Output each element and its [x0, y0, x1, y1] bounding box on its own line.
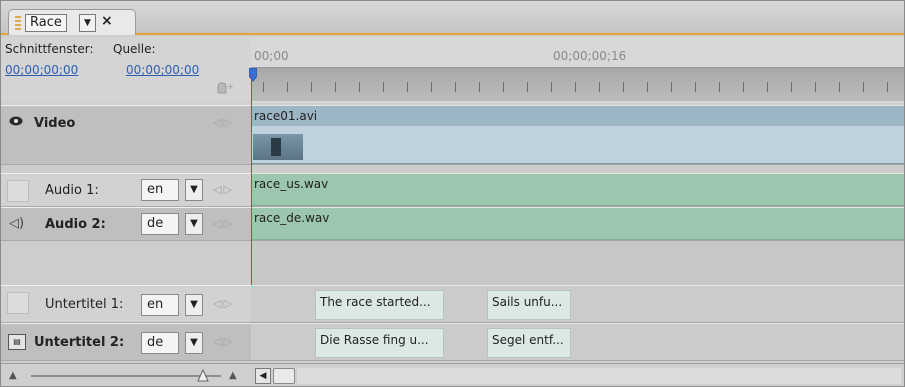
ruler-start-timecode: 00;00: [254, 49, 289, 63]
eye-icon[interactable]: [9, 116, 23, 126]
subtitle2-track-header[interactable]: ▤ Untertitel 2: de ▼ ◁▷: [1, 323, 251, 361]
ruler-mid-timecode: 00;00;00;16: [553, 49, 627, 63]
svg-text:+: +: [227, 82, 233, 91]
ruler-tick: [431, 82, 432, 92]
subtitle2-clip-2[interactable]: Segel entf...: [487, 328, 571, 358]
timeline-timecode[interactable]: 00;00;00;00: [5, 63, 78, 77]
audio1-track-area[interactable]: race_us.wav: [251, 173, 904, 207]
tab-bar: Race ▼ ×: [1, 1, 904, 35]
ruler-tick: [719, 82, 720, 92]
horizontal-scrollbar-track[interactable]: [297, 368, 901, 384]
video-track-area[interactable]: race01.avi: [251, 105, 904, 165]
ruler-tick: [575, 82, 576, 92]
ruler-tick: [551, 82, 552, 92]
subtitle1-toggle[interactable]: [7, 292, 29, 314]
subtitle1-language-dropdown-icon[interactable]: ▼: [185, 294, 203, 316]
ruler-tick: [383, 82, 384, 92]
ruler-tick: [479, 82, 480, 92]
subtitle2-language-select[interactable]: de: [141, 332, 179, 354]
tab-menu-dropdown-icon[interactable]: ▼: [79, 14, 96, 32]
ruler-tick: [263, 82, 264, 92]
ruler-tick: [791, 82, 792, 92]
timeline-label: Schnittfenster:: [5, 42, 94, 56]
zoom-in-icon[interactable]: ▲: [229, 370, 237, 381]
ruler-tick: [839, 82, 840, 92]
speaker-icon[interactable]: ◁): [9, 216, 24, 231]
zoom-slider-track[interactable]: [31, 375, 221, 377]
audio1-clip[interactable]: race_us.wav: [251, 174, 904, 206]
ruler-scale[interactable]: [251, 67, 904, 101]
audio2-track-header[interactable]: ◁) Audio 2: de ▼ ◁▷: [1, 207, 251, 241]
subtitle1-track-name: Untertitel 1:: [45, 297, 124, 312]
subtitle2-track-name: Untertitel 2:: [34, 335, 125, 350]
tab-race[interactable]: Race ▼ ×: [8, 9, 136, 35]
timeline-header: Schnittfenster: Quelle: 00;00;00;00 00;0…: [1, 37, 251, 103]
ruler-tick: [647, 82, 648, 92]
track-separator: [1, 165, 904, 173]
audio2-keyframe-nav-icon[interactable]: ◁▷: [213, 217, 234, 230]
tab-grip-icon[interactable]: [15, 16, 21, 30]
ruler-tick: [887, 82, 888, 92]
subtitle1-language-select[interactable]: en: [141, 294, 179, 316]
subtitle2-keyframe-nav-icon[interactable]: ◁▷: [213, 335, 234, 348]
subtitle1-clip-2[interactable]: Sails unfu...: [487, 290, 571, 320]
subtitle1-track-area[interactable]: The race started... Sails unfu...: [251, 285, 904, 323]
audio1-track-name: Audio 1:: [45, 183, 99, 198]
subtitle-icon[interactable]: ▤: [8, 334, 26, 350]
ruler-tick: [671, 82, 672, 92]
ruler-tick: [623, 82, 624, 92]
ruler-tick: [815, 82, 816, 92]
audio2-clip[interactable]: race_de.wav: [251, 208, 904, 240]
ruler-tick: [527, 82, 528, 92]
playhead-line[interactable]: [251, 73, 252, 285]
audio1-language-dropdown-icon[interactable]: ▼: [185, 179, 203, 201]
audio1-language-select[interactable]: en: [141, 179, 179, 201]
ruler-tick: [455, 82, 456, 92]
ruler-tick: [335, 82, 336, 92]
timeline-footer: ▲ ▲ ◀: [1, 363, 904, 386]
tab-title[interactable]: Race: [25, 14, 67, 32]
ruler-tick: [287, 82, 288, 92]
timeline-panel: Race ▼ × Schnittfenster: Quelle: 00;00;0…: [0, 0, 905, 387]
ruler-tick: [311, 82, 312, 92]
snap-icon[interactable]: +: [215, 81, 234, 95]
ruler-tick: [863, 82, 864, 92]
empty-track-header: [1, 241, 251, 285]
ruler-tick: [407, 82, 408, 92]
audio2-track-name: Audio 2:: [45, 217, 106, 232]
horizontal-scrollbar-thumb[interactable]: [273, 368, 295, 384]
subtitle1-track-header[interactable]: Untertitel 1: en ▼ ◁▷: [1, 285, 251, 323]
video-thumbnail-strip: [251, 126, 904, 163]
audio2-language-dropdown-icon[interactable]: ▼: [185, 213, 203, 235]
subtitle2-clip-1[interactable]: Die Rasse fing u...: [315, 328, 444, 358]
source-label: Quelle:: [113, 42, 156, 56]
tab-close-icon[interactable]: ×: [101, 13, 113, 29]
scroll-left-icon[interactable]: ◀: [255, 368, 271, 384]
subtitle2-track-area[interactable]: Die Rasse fing u... Segel entf...: [251, 323, 904, 361]
video-thumbnail: [253, 134, 303, 160]
ruler-tick: [503, 82, 504, 92]
zoom-slider-thumb[interactable]: [197, 368, 209, 382]
audio1-keyframe-nav-icon[interactable]: ◁▷: [213, 183, 234, 196]
time-ruler[interactable]: 00;00 00;00;00;16: [249, 37, 904, 103]
video-track-name: Video: [34, 116, 76, 131]
video-keyframe-nav-icon[interactable]: ◁▷: [213, 116, 234, 129]
audio2-track-area[interactable]: race_de.wav: [251, 207, 904, 241]
audio2-language-select[interactable]: de: [141, 213, 179, 235]
zoom-out-icon[interactable]: ▲: [9, 370, 17, 381]
subtitle1-clip-1[interactable]: The race started...: [315, 290, 444, 320]
ruler-tick: [599, 82, 600, 92]
subtitle2-language-dropdown-icon[interactable]: ▼: [185, 332, 203, 354]
source-timecode[interactable]: 00;00;00;00: [126, 63, 199, 77]
video-clip-name: race01.avi: [254, 109, 318, 123]
ruler-tick: [767, 82, 768, 92]
ruler-tick: [359, 82, 360, 92]
subtitle1-keyframe-nav-icon[interactable]: ◁▷: [213, 297, 234, 310]
audio1-toggle[interactable]: [7, 180, 29, 202]
audio1-track-header[interactable]: Audio 1: en ▼ ◁▷: [1, 173, 251, 207]
video-track-header[interactable]: Video ◁▷: [1, 105, 251, 165]
video-clip[interactable]: race01.avi: [251, 106, 904, 164]
ruler-tick: [695, 82, 696, 92]
ruler-tick: [743, 82, 744, 92]
